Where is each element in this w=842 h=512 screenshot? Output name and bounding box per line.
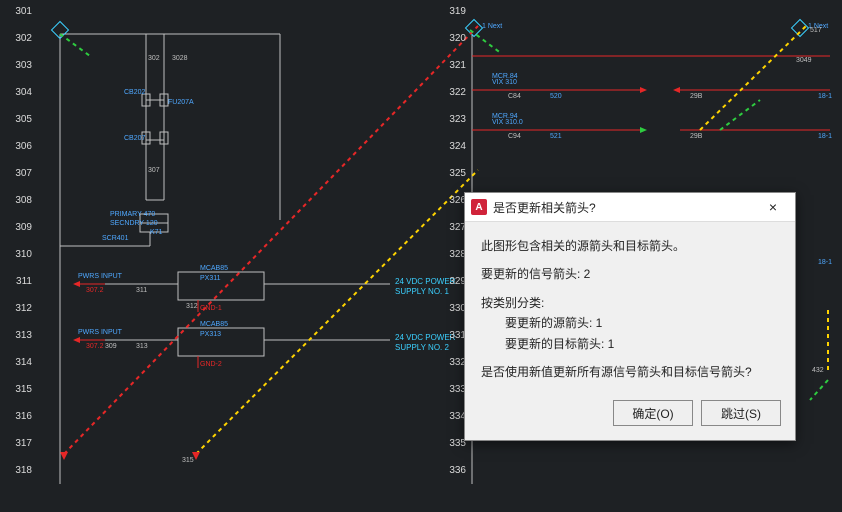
label-vix: VIX 310 <box>492 79 517 86</box>
label-secondary: SECNDRY 120 <box>110 220 158 227</box>
label-k71: K71 <box>150 229 163 236</box>
row-label: 315 <box>8 384 32 395</box>
row-label: 321 <box>442 60 466 71</box>
row-label: 316 <box>8 411 32 422</box>
label-mcab85-b: MCAB85 <box>200 321 228 328</box>
label-px313: PX313 <box>200 331 221 338</box>
label-bn3: 18-1 <box>818 259 832 266</box>
row-label: 324 <box>442 141 466 152</box>
label-315: 315 <box>182 457 194 464</box>
row-label: 323 <box>442 114 466 125</box>
ok-button[interactable]: 确定(O) <box>613 400 693 426</box>
label-gnd2: GND-2 <box>200 361 222 368</box>
label-302: 302 <box>148 55 160 62</box>
label-29b: 29B <box>690 93 703 100</box>
label-313: 313 <box>136 343 148 350</box>
label-top-h1: 1 Next <box>482 23 502 30</box>
label-primary: PRIMARY 470 <box>110 211 155 218</box>
label-309: 309 <box>105 343 117 350</box>
row-label: 314 <box>8 357 32 368</box>
row-label: 304 <box>8 87 32 98</box>
row-label: 302 <box>8 33 32 44</box>
label-pwr-input-2: PWRS INPUT <box>78 329 123 336</box>
row-label: 322 <box>442 87 466 98</box>
row-label: 327 <box>442 222 466 233</box>
row-label: 305 <box>8 114 32 125</box>
label-cb207: CB207 <box>124 135 146 142</box>
label-c94: C94 <box>508 133 521 140</box>
label-fu207a: FU207A <box>168 99 194 106</box>
app-icon: A <box>471 199 487 215</box>
row-label: 303 <box>8 60 32 71</box>
row-label: 326 <box>442 195 466 206</box>
label-px311: PX311 <box>200 275 221 282</box>
row-label: 311 <box>8 276 32 287</box>
dialog-body: 此图形包含相关的源箭头和目标箭头。 要更新的信号箭头: 2 按类别分类: 要更新… <box>465 222 795 392</box>
label-432: 432 <box>812 367 824 374</box>
row-label: 335 <box>442 438 466 449</box>
row-label: 301 <box>8 6 32 17</box>
label-3028: 3028 <box>172 55 188 62</box>
row-label: 309 <box>8 222 32 233</box>
label-pwr-input-1: PWRS INPUT <box>78 273 123 280</box>
row-label: 310 <box>8 249 32 260</box>
dialog-title: 是否更新相关箭头? <box>493 199 755 216</box>
dialog-line1: 此图形包含相关的源箭头和目标箭头。 <box>481 236 779 256</box>
label-307: 307 <box>148 167 160 174</box>
label-bn2: 18-1 <box>818 133 832 140</box>
label-gnd1: GND-1 <box>200 305 222 312</box>
row-label: 319 <box>442 6 466 17</box>
row-label: 318 <box>8 465 32 476</box>
label-scr401: SCR401 <box>102 235 129 242</box>
dialog-sub1: 要更新的源箭头: 1 <box>481 313 779 333</box>
dialog-line4: 是否使用新值更新所有源信号箭头和目标信号箭头? <box>481 362 779 382</box>
close-icon[interactable]: × <box>755 195 791 219</box>
label-cb202: CB202 <box>124 89 146 96</box>
dialog-sub2: 要更新的目标箭头: 1 <box>481 334 779 354</box>
row-label: 317 <box>8 438 32 449</box>
label-312: 312 <box>186 303 198 310</box>
dialog-line3: 按类别分类: <box>481 293 779 313</box>
row-label: 334 <box>442 411 466 422</box>
label-3049: 3049 <box>796 57 812 64</box>
row-label: 307 <box>8 168 32 179</box>
label-bn1: 18-1 <box>818 93 832 100</box>
row-label: 313 <box>8 330 32 341</box>
row-label: 320 <box>442 33 466 44</box>
label-520: 520 <box>550 93 562 100</box>
label-311: 311 <box>136 287 147 294</box>
label-c84: C84 <box>508 93 521 100</box>
row-label: 333 <box>442 384 466 395</box>
label-pwr-input-1s: 307.2 <box>86 287 104 294</box>
update-arrows-dialog: A 是否更新相关箭头? × 此图形包含相关的源箭头和目标箭头。 要更新的信号箭头… <box>464 192 796 441</box>
row-label: 331 <box>442 330 466 341</box>
dialog-line2: 要更新的信号箭头: 2 <box>481 264 779 284</box>
label-517: 517 <box>810 27 822 34</box>
dialog-titlebar[interactable]: A 是否更新相关箭头? × <box>465 193 795 222</box>
skip-button[interactable]: 跳过(S) <box>701 400 781 426</box>
label-pwr-input-2s: 307.2 <box>86 343 104 350</box>
label-521: 521 <box>550 133 562 140</box>
row-label: 306 <box>8 141 32 152</box>
row-label: 336 <box>442 465 466 476</box>
label-mcab85-a: MCAB85 <box>200 265 228 272</box>
row-label: 312 <box>8 303 32 314</box>
label-power-1b: SUPPLY NO. 1 <box>395 287 450 296</box>
row-label: 332 <box>442 357 466 368</box>
row-label: 308 <box>8 195 32 206</box>
label-vix2: VIX 310.0 <box>492 119 523 126</box>
row-label: 328 <box>442 249 466 260</box>
label-29b2: 29B <box>690 133 703 140</box>
row-label: 330 <box>442 303 466 314</box>
label-power-2b: SUPPLY NO. 2 <box>395 343 450 352</box>
row-label: 325 <box>442 168 466 179</box>
row-label: 329 <box>442 276 466 287</box>
